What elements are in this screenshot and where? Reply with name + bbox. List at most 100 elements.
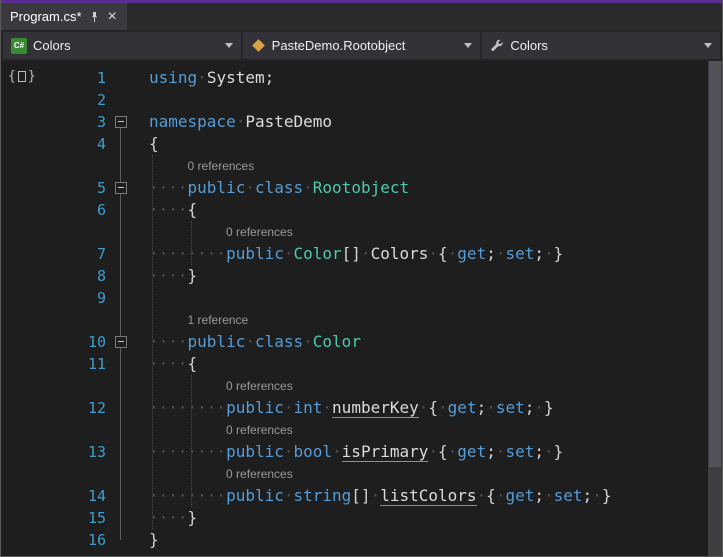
code-text: ········public·int·numberKey·{·get;·set;…	[131, 397, 554, 419]
whitespace-dots: ·	[283, 486, 294, 505]
code-line[interactable]: 12 ········public·int·numberKey·{·get;·se…	[1, 397, 708, 419]
line-number	[1, 419, 111, 441]
codelens-references[interactable]: 1 reference	[131, 309, 249, 331]
code-token: isPrimary	[341, 442, 429, 462]
code-token: bool	[293, 442, 333, 461]
outlining-margin	[111, 89, 131, 111]
code-text: using·System;	[131, 67, 274, 89]
code-line[interactable]: 7 ········public·Color[]·Colors·{·get;·se…	[1, 243, 708, 265]
code-text: {	[131, 133, 159, 155]
code-text: ····{	[131, 199, 197, 221]
outlining-margin	[111, 507, 131, 529]
fold-collapse-icon[interactable]	[115, 116, 127, 128]
code-token: Rootobject	[312, 178, 410, 197]
code-line[interactable]: 1 using·System;	[1, 67, 708, 89]
code-token: class	[254, 178, 304, 197]
line-number[interactable]: 2	[1, 89, 111, 111]
codelens-line[interactable]: 0 references	[1, 375, 708, 397]
line-number[interactable]: 6	[1, 199, 111, 221]
tab-program-cs[interactable]: Program.cs* ×	[1, 3, 127, 30]
whitespace-dots: ·	[245, 332, 255, 351]
line-number[interactable]: 16	[1, 529, 111, 551]
codelens-references[interactable]: 0 references	[131, 463, 293, 485]
whitespace-dots: ·	[486, 398, 496, 417]
code-line[interactable]: 11 ····{	[1, 353, 708, 375]
code-token: }	[187, 508, 198, 527]
whitespace-dots: ·	[428, 244, 439, 263]
code-token: int	[293, 398, 323, 417]
code-token: {	[486, 486, 496, 505]
codelens-line[interactable]: 0 references	[1, 155, 708, 177]
member-dropdown[interactable]: Colors	[482, 32, 721, 59]
line-number[interactable]: 15	[1, 507, 111, 529]
fold-collapse-icon[interactable]	[115, 336, 127, 348]
code-text: ········public·Color[]·Colors·{·get;·set…	[131, 243, 563, 265]
codelens-line[interactable]: 0 references	[1, 221, 708, 243]
code-line[interactable]: 16}	[1, 529, 708, 551]
line-number[interactable]: 10	[1, 331, 111, 353]
line-number[interactable]: 14	[1, 485, 111, 507]
outlining-margin	[111, 529, 131, 551]
code-text: namespace·PasteDemo	[131, 111, 332, 133]
project-dropdown[interactable]: C# Colors	[3, 32, 241, 59]
code-line[interactable]: 2	[1, 89, 708, 111]
code-line[interactable]: 10 ····public·class·Color	[1, 331, 708, 353]
code-line[interactable]: 13 ········public·bool·isPrimary·{·get;·s…	[1, 441, 708, 463]
code-line[interactable]: 9	[1, 287, 708, 309]
whitespace-dots: ·	[447, 244, 458, 263]
codelens-references[interactable]: 0 references	[131, 155, 255, 177]
line-number[interactable]: 5	[1, 177, 111, 199]
close-icon[interactable]: ×	[107, 8, 118, 25]
outlining-margin	[111, 243, 131, 265]
code-line[interactable]: 14 ········public·string[]·listColors·{·g…	[1, 485, 708, 507]
whitespace-dots: ········	[149, 398, 227, 417]
code-line[interactable]: 6 ····{	[1, 199, 708, 221]
code-editor[interactable]: {} 1 using·System; 2 3 namespace·PasteDemo 4{…	[1, 61, 722, 556]
code-token: namespace	[149, 112, 236, 131]
line-number[interactable]: 4	[1, 133, 111, 155]
code-token: set	[495, 398, 525, 417]
code-token: }	[187, 266, 198, 285]
codelens-references[interactable]: 0 references	[131, 221, 293, 243]
fold-collapse-icon[interactable]	[115, 182, 127, 194]
code-text: ····}	[131, 507, 197, 529]
codelens-line[interactable]: 0 references	[1, 463, 708, 485]
outlining-margin	[111, 397, 131, 419]
type-dropdown-label: PasteDemo.Rootobject	[271, 38, 406, 53]
document-braces-icon[interactable]: {}	[8, 69, 36, 84]
outlining-margin	[111, 441, 131, 463]
code-line[interactable]: 8 ····}	[1, 265, 708, 287]
codelens-references[interactable]: 0 references	[131, 375, 293, 397]
line-number[interactable]: 3	[1, 111, 111, 133]
code-line[interactable]: 5 ····public·class·Rootobject	[1, 177, 708, 199]
codelens-line[interactable]: 1 reference	[1, 309, 708, 331]
line-number[interactable]: 13	[1, 441, 111, 463]
code-token: {	[438, 244, 448, 263]
code-line[interactable]: 4{	[1, 133, 708, 155]
document-tab-strip: Program.cs* ×	[1, 3, 722, 30]
line-number[interactable]: 9	[1, 287, 111, 309]
vertical-scrollbar[interactable]	[708, 61, 722, 556]
line-number[interactable]: 11	[1, 353, 111, 375]
code-line[interactable]: 3 namespace·PasteDemo	[1, 111, 708, 133]
codelens-line[interactable]: 0 references	[1, 419, 708, 441]
type-dropdown[interactable]: PasteDemo.Rootobject	[242, 32, 481, 59]
code-token: {	[187, 354, 198, 373]
line-number[interactable]: 12	[1, 397, 111, 419]
pin-icon[interactable]	[89, 11, 100, 23]
member-dropdown-label: Colors	[510, 38, 548, 53]
line-number[interactable]: 8	[1, 265, 111, 287]
line-number[interactable]: 7	[1, 243, 111, 265]
whitespace-dots: ·	[418, 398, 429, 417]
code-token: }	[149, 530, 159, 549]
code-token: string	[293, 486, 352, 505]
code-token: public	[226, 398, 284, 417]
codelens-references[interactable]: 0 references	[131, 419, 293, 441]
code-token: {	[187, 200, 198, 219]
code-token: ;	[534, 486, 544, 505]
navigation-bar: C# Colors PasteDemo.Rootobject Colors	[1, 30, 722, 61]
scrollbar-thumb[interactable]	[709, 61, 721, 467]
code-line[interactable]: 15 ····}	[1, 507, 708, 529]
code-token: set	[553, 486, 583, 505]
line-number	[1, 309, 111, 331]
